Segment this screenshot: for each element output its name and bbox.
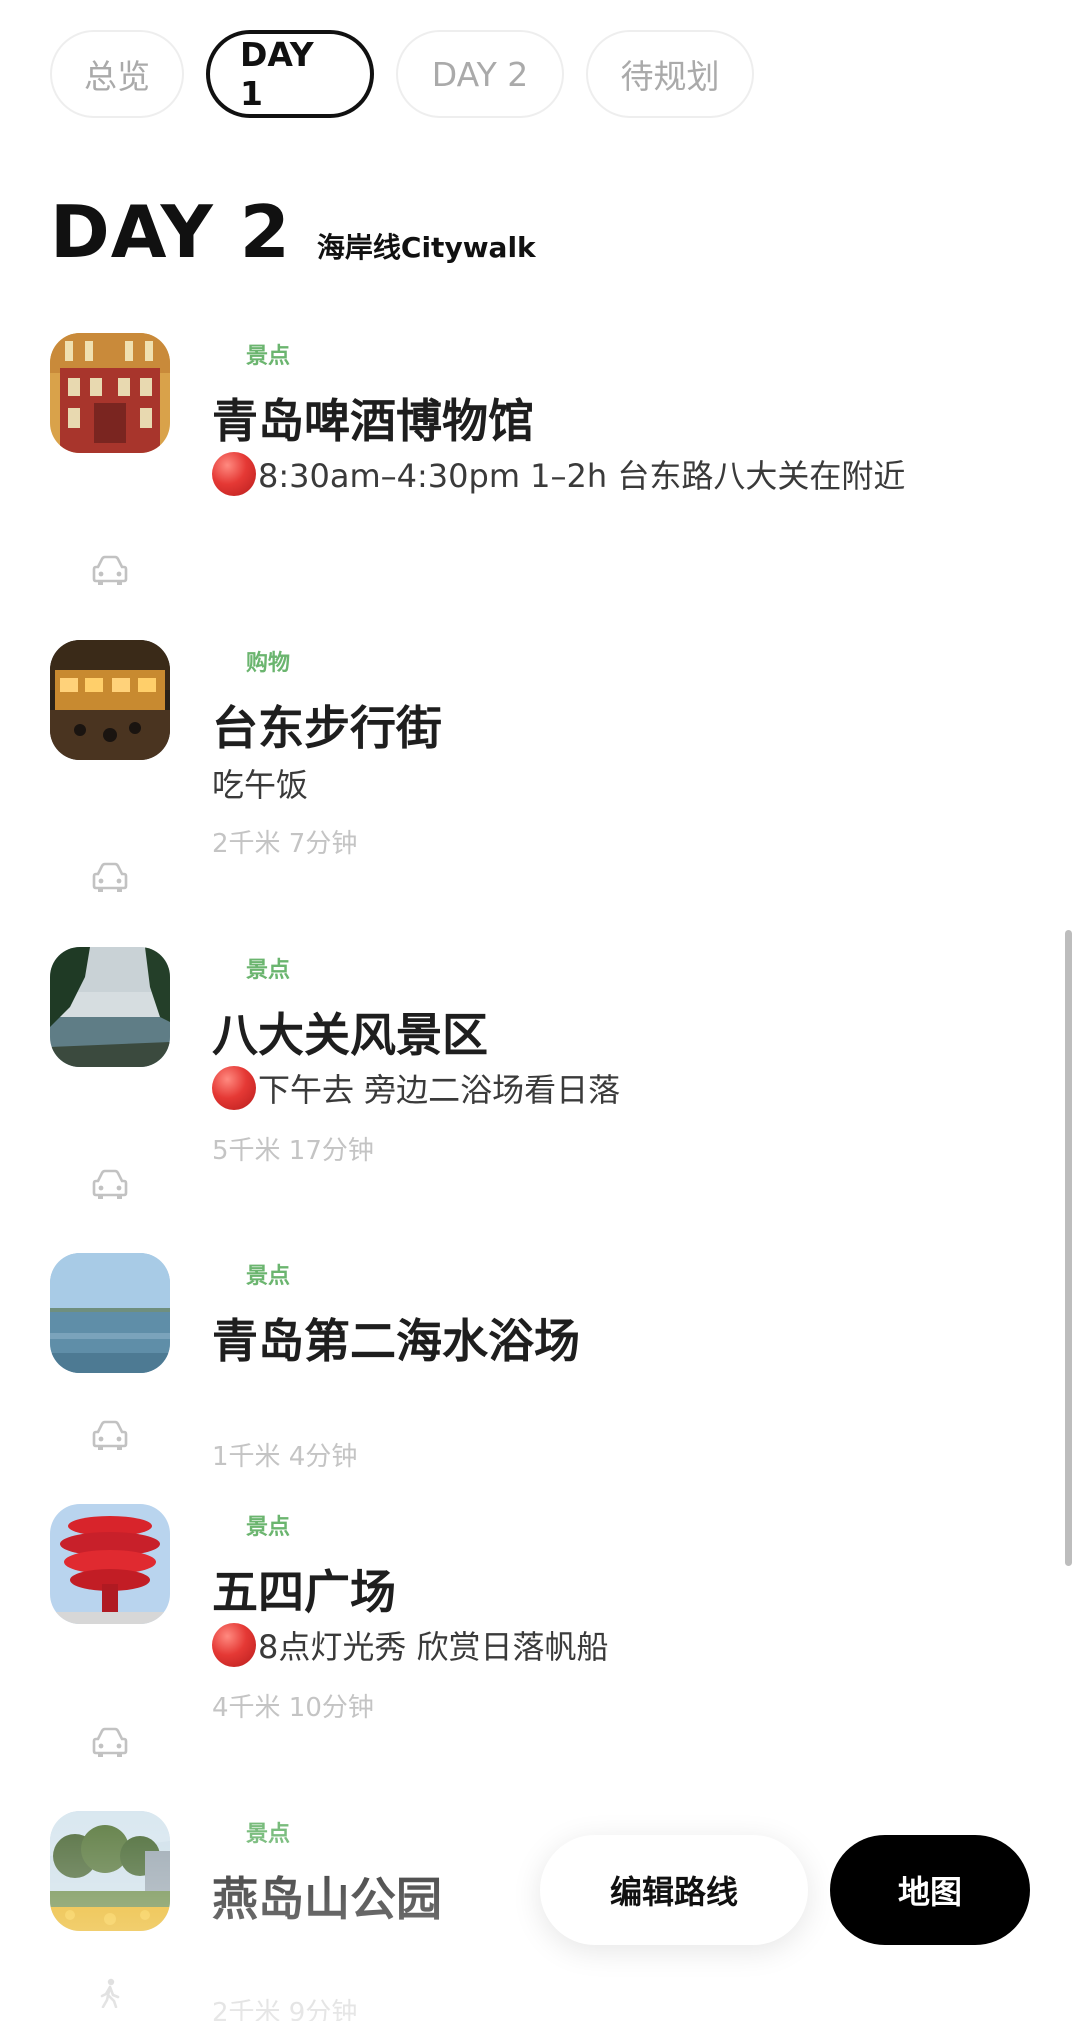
day-title: DAY 2 — [50, 190, 291, 274]
red-circle-icon — [212, 1623, 256, 1667]
day-header: DAY 2 海岸线Citywalk — [50, 190, 536, 274]
place-name: 青岛第二海水浴场 — [212, 1314, 580, 1368]
place-tag: 购物 — [246, 651, 291, 676]
place-name: 燕岛山公园 — [212, 1872, 442, 1926]
travel-distance: 2千米 9分钟 — [212, 1998, 358, 2021]
red-circle-icon — [212, 1066, 256, 1110]
place-tag: 景点 — [246, 958, 291, 983]
tab-day-2[interactable]: DAY 2 — [396, 30, 564, 118]
place-name: 八大关风景区 — [212, 1008, 488, 1062]
place-name: 台东步行街 — [212, 701, 442, 755]
place-thumbnail-may-fourth-square — [50, 1504, 170, 1624]
place-tag: 景点 — [246, 1264, 291, 1289]
car-icon — [92, 1169, 128, 1199]
place-thumbnail-badaguan — [50, 947, 170, 1067]
walk-icon — [92, 1978, 128, 2008]
itinerary-screen: 总览 DAY 1 DAY 2 待规划 DAY 2 海岸线Citywalk 景点 … — [0, 0, 1080, 2021]
place-thumbnail-second-beach — [50, 1253, 170, 1373]
scrollbar[interactable] — [1065, 930, 1072, 1566]
travel-distance: 1千米 4分钟 — [212, 1442, 358, 1472]
travel-distance: 4千米 10分钟 — [212, 1693, 374, 1723]
place-tag: 景点 — [246, 1515, 291, 1540]
car-icon — [92, 862, 128, 892]
place-note-text: 吃午饭 — [212, 766, 309, 804]
tab-overview[interactable]: 总览 — [50, 30, 184, 118]
place-thumbnail-yandaoshan-park — [50, 1811, 170, 1931]
place-note-text: 8:30am–4:30pm 1–2h 台东路八大关在附近 — [258, 457, 906, 495]
place-name: 青岛啤酒博物馆 — [212, 394, 534, 448]
place-tag: 景点 — [246, 1822, 291, 1847]
edit-route-button[interactable]: 编辑路线 — [540, 1835, 808, 1945]
place-name: 五四广场 — [212, 1565, 396, 1619]
place-tag: 景点 — [246, 344, 291, 369]
red-circle-icon — [212, 452, 256, 496]
place-note: 8点灯光秀 欣赏日落帆船 — [212, 1622, 609, 1668]
car-icon — [92, 1420, 128, 1450]
car-icon — [92, 1727, 128, 1757]
place-note: 8:30am–4:30pm 1–2h 台东路八大关在附近 — [212, 451, 905, 497]
place-thumbnail-taidong-street — [50, 640, 170, 760]
map-button[interactable]: 地图 — [830, 1835, 1030, 1945]
place-note: 吃午饭 — [212, 760, 308, 806]
day-tabs: 总览 DAY 1 DAY 2 待规划 — [50, 30, 754, 118]
place-note: 下午去 旁边二浴场看日落 — [212, 1065, 620, 1111]
travel-distance: 2千米 7分钟 — [212, 829, 358, 859]
place-note-text: 8点灯光秀 欣赏日落帆船 — [258, 1628, 609, 1666]
tab-to-plan[interactable]: 待规划 — [586, 30, 754, 118]
travel-distance: 5千米 17分钟 — [212, 1136, 374, 1166]
place-thumbnail-beer-museum — [50, 333, 170, 453]
place-note-text: 下午去 旁边二浴场看日落 — [258, 1071, 621, 1109]
car-icon — [92, 555, 128, 585]
day-subtitle: 海岸线Citywalk — [316, 231, 536, 264]
tab-day-1[interactable]: DAY 1 — [206, 30, 374, 118]
